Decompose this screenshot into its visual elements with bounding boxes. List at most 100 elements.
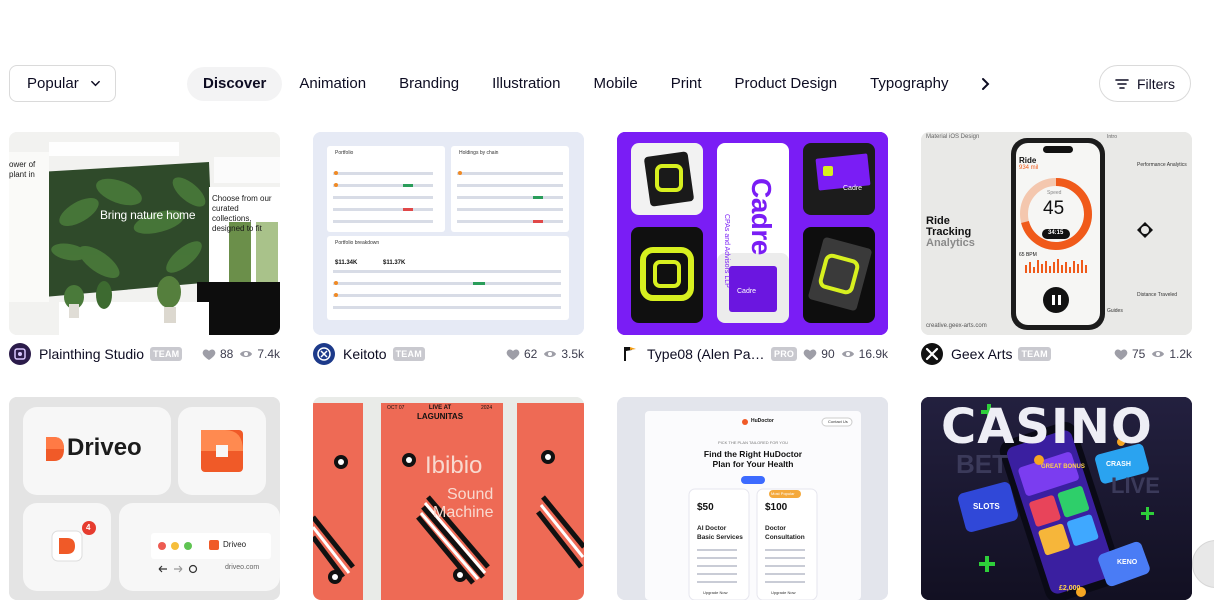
poster-sub-1: Sound bbox=[447, 486, 494, 503]
shot-card[interactable]: Material iOS Design Intro Ride Tracking … bbox=[921, 132, 1192, 373]
shot-card[interactable]: Bring nature home Choose from our curate… bbox=[9, 132, 280, 373]
chevron-down-icon bbox=[91, 80, 100, 87]
cadre-wordmark: Cadre bbox=[746, 178, 777, 255]
plan-1-line-1: AI Doctor bbox=[697, 525, 727, 532]
heart-icon bbox=[803, 348, 817, 360]
tab-discover[interactable]: Discover bbox=[187, 66, 283, 101]
perf-text: Performance Analytics bbox=[1137, 162, 1187, 168]
like-count[interactable]: 90 bbox=[803, 347, 835, 361]
shot-thumbnail[interactable]: HuDoctor Contact Us PICK THE PLAN TAILOR… bbox=[617, 397, 888, 600]
view-count: 7.4k bbox=[239, 347, 280, 361]
tab-print[interactable]: Print bbox=[655, 67, 718, 101]
amount-label: £2,000 bbox=[1059, 585, 1081, 592]
shot-card[interactable]: HuDoctor Contact Us PICK THE PLAN TAILOR… bbox=[617, 397, 888, 600]
notification-count: 4 bbox=[86, 523, 91, 532]
panel-breakdown: Portfolio breakdown bbox=[335, 240, 380, 246]
pro-badge: PRO bbox=[771, 347, 798, 361]
like-count[interactable]: 62 bbox=[506, 347, 537, 361]
poster-date: OCT 07 bbox=[387, 405, 405, 411]
plainthing-logo-icon bbox=[14, 348, 26, 360]
shot-meta: Type08 (Alen Pav... PRO 90 16.9k bbox=[617, 335, 888, 373]
panel-portfolio: Portfolio bbox=[335, 150, 354, 156]
tab-branding[interactable]: Branding bbox=[383, 67, 475, 101]
heart-icon bbox=[202, 348, 216, 360]
tab-mobile[interactable]: Mobile bbox=[578, 67, 654, 101]
scroll-to-top-button[interactable] bbox=[1192, 540, 1214, 588]
driveo-url: driveo.com bbox=[225, 564, 260, 571]
tab-product-design[interactable]: Product Design bbox=[719, 67, 854, 101]
shot-meta: Plainthing Studio TEAM 88 7.4k bbox=[9, 335, 280, 373]
filters-button[interactable]: Filters bbox=[1099, 65, 1191, 102]
intro-text: Intro bbox=[1107, 134, 1118, 140]
shot-card[interactable]: Driveo Driveo driveo.com 4 bbox=[9, 397, 280, 600]
driveo-tab-text: Driveo bbox=[223, 540, 247, 549]
shot-card[interactable]: Portfolio Holdings by chain Portfolio br… bbox=[313, 132, 584, 373]
author-name[interactable]: Keitoto bbox=[343, 346, 387, 362]
speed-value: 45 bbox=[1043, 198, 1065, 219]
bpm: 65 BPM bbox=[1019, 252, 1037, 258]
shot-card[interactable]: Cadre CPAs and Advisors LLP Cadre Cadre … bbox=[617, 132, 888, 373]
shot-thumbnail[interactable]: LIVE AT LAGUNITAS OCT 07 2024 Ibibio Sou… bbox=[313, 397, 584, 600]
like-count[interactable]: 88 bbox=[202, 347, 233, 361]
title-line-3: Analytics bbox=[926, 237, 975, 249]
tabs-scroll-right-button[interactable] bbox=[975, 74, 995, 94]
team-badge: TEAM bbox=[1018, 347, 1051, 361]
shot-meta: Keitoto TEAM 62 3.5k bbox=[313, 335, 584, 373]
avatar[interactable] bbox=[313, 343, 335, 365]
tab-typography[interactable]: Typography bbox=[854, 67, 964, 101]
shot-stats: 62 3.5k bbox=[500, 347, 584, 361]
hudoctor-pricing-mockup bbox=[617, 397, 888, 600]
shot-stats: 75 1.2k bbox=[1108, 347, 1192, 361]
total-a: $11.34K bbox=[335, 260, 358, 266]
distance-text: Distance Traveled bbox=[1137, 292, 1178, 298]
eye-icon bbox=[1152, 351, 1165, 357]
author-name[interactable]: Type08 (Alen Pav... bbox=[647, 346, 765, 362]
filter-lines-icon bbox=[1115, 78, 1129, 89]
toucan-logo-icon bbox=[624, 347, 636, 361]
avatar[interactable] bbox=[921, 343, 943, 365]
hero-text: Bring nature home bbox=[100, 208, 196, 222]
author-name[interactable]: Plainthing Studio bbox=[39, 346, 144, 362]
total-b: $11.37K bbox=[383, 260, 406, 266]
avatar[interactable] bbox=[617, 343, 639, 365]
eye-icon bbox=[841, 351, 854, 357]
shot-thumbnail[interactable]: Bring nature home Choose from our curate… bbox=[9, 132, 280, 335]
shot-thumbnail[interactable]: Material iOS Design Intro Ride Tracking … bbox=[921, 132, 1192, 335]
price-2: $100 bbox=[765, 502, 788, 513]
sort-dropdown[interactable]: Popular bbox=[9, 65, 116, 102]
side-text: Choose from our curated collections, des… bbox=[212, 194, 272, 233]
eye-icon bbox=[544, 351, 557, 357]
hudoctor-cta: Contact Us bbox=[828, 419, 848, 424]
shot-thumbnail[interactable]: Driveo Driveo driveo.com 4 bbox=[9, 397, 280, 600]
like-count[interactable]: 75 bbox=[1114, 347, 1145, 361]
shot-thumbnail[interactable]: Portfolio Holdings by chain Portfolio br… bbox=[313, 132, 584, 335]
shot-card[interactable]: LIVE AT LAGUNITAS OCT 07 2024 Ibibio Sou… bbox=[313, 397, 584, 600]
plan-2-line-1: Doctor bbox=[765, 525, 786, 532]
tab-animation[interactable]: Animation bbox=[283, 67, 382, 101]
cadre-bag-text: Cadre bbox=[737, 288, 757, 295]
keitoto-logo-icon bbox=[317, 347, 331, 361]
geex-logo-icon bbox=[925, 347, 939, 361]
keno-label: KENO bbox=[1117, 559, 1138, 566]
slots-label: SLOTS bbox=[973, 502, 1000, 511]
author-name[interactable]: Geex Arts bbox=[951, 346, 1012, 362]
price-1: $50 bbox=[697, 502, 714, 513]
shot-thumbnail[interactable]: Cadre CPAs and Advisors LLP Cadre Cadre bbox=[617, 132, 888, 335]
shot-stats: 90 16.9k bbox=[797, 347, 888, 361]
chevron-right-icon bbox=[982, 78, 990, 90]
upgrade-2: Upgrade Now bbox=[771, 590, 796, 595]
filters-button-label: Filters bbox=[1136, 75, 1176, 92]
sort-dropdown-label: Popular bbox=[27, 75, 79, 92]
team-badge: TEAM bbox=[392, 347, 425, 361]
team-badge: TEAM bbox=[150, 347, 183, 361]
tab-illustration[interactable]: Illustration bbox=[476, 67, 576, 101]
casino-word: CASINO bbox=[941, 399, 1153, 455]
shot-card[interactable]: CASINO BET LIVE GREAT BONUS CRASH SLOTS … bbox=[921, 397, 1192, 600]
timer: 34:15 bbox=[1048, 230, 1064, 236]
live-word: LIVE bbox=[1111, 473, 1160, 498]
heart-icon bbox=[506, 348, 520, 360]
great-bonus: GREAT BONUS bbox=[1041, 464, 1085, 470]
avatar[interactable] bbox=[9, 343, 31, 365]
shot-thumbnail[interactable]: CASINO BET LIVE GREAT BONUS CRASH SLOTS … bbox=[921, 397, 1192, 600]
shot-stats: 88 7.4k bbox=[196, 347, 280, 361]
